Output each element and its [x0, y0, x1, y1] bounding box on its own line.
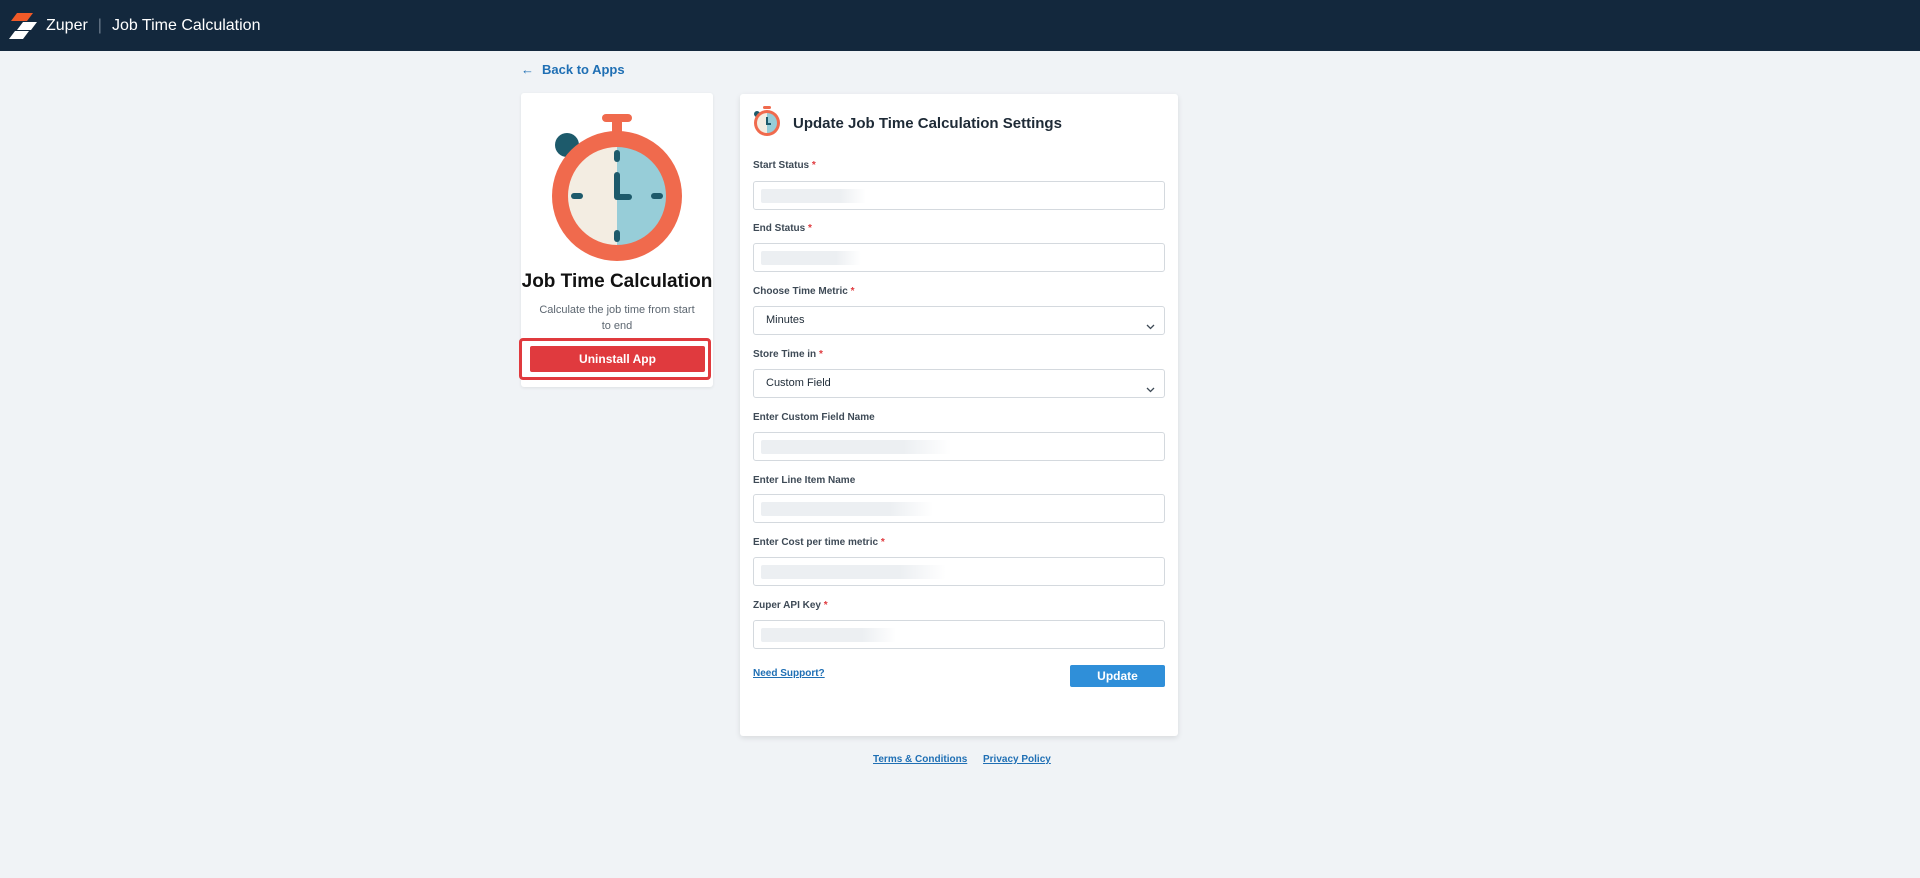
chevron-down-icon	[1146, 317, 1155, 335]
end-status-label: End Status *	[753, 223, 812, 234]
back-to-apps-link[interactable]: ← Back to Apps	[521, 62, 625, 77]
line-item-name-label: Enter Line Item Name	[753, 475, 856, 486]
cost-per-metric-input[interactable]	[753, 557, 1165, 586]
settings-title: Update Job Time Calculation Settings	[793, 115, 1062, 132]
brand-name: Zuper	[46, 16, 88, 34]
cost-per-metric-label: Enter Cost per time metric *	[753, 537, 885, 548]
start-status-label: Start Status *	[753, 160, 816, 171]
time-metric-value: Minutes	[766, 314, 805, 326]
start-status-input[interactable]	[753, 181, 1165, 210]
stopwatch-icon	[550, 112, 684, 269]
redacted-value	[761, 189, 866, 203]
app-name: Job Time Calculation	[521, 271, 713, 292]
update-button[interactable]: Update	[1070, 665, 1165, 687]
top-navigation-bar: Zuper | Job Time Calculation	[0, 0, 1920, 51]
privacy-policy-link[interactable]: Privacy Policy	[983, 754, 1051, 765]
custom-field-name-input[interactable]	[753, 432, 1165, 461]
redacted-value	[761, 440, 951, 454]
chevron-down-icon	[1146, 380, 1155, 398]
redacted-value	[761, 628, 896, 642]
api-key-input[interactable]	[753, 620, 1165, 649]
end-status-input[interactable]	[753, 243, 1165, 272]
terms-conditions-link[interactable]: Terms & Conditions	[873, 754, 967, 765]
need-support-link[interactable]: Need Support?	[753, 668, 825, 679]
custom-field-name-label: Enter Custom Field Name	[753, 412, 875, 423]
store-time-select[interactable]: Custom Field	[753, 369, 1165, 398]
back-arrow-icon: ←	[521, 62, 534, 77]
back-link-label: Back to Apps	[542, 62, 625, 77]
time-metric-label: Choose Time Metric *	[753, 286, 855, 297]
stopwatch-icon	[753, 106, 781, 141]
header-app-title: Job Time Calculation	[111, 16, 261, 34]
zuper-logo-icon[interactable]	[9, 11, 39, 41]
store-time-value: Custom Field	[766, 377, 831, 389]
redacted-value	[761, 565, 946, 579]
uninstall-app-button[interactable]: Uninstall App	[530, 346, 705, 372]
header-separator: |	[97, 16, 102, 34]
line-item-name-input[interactable]	[753, 494, 1165, 523]
settings-header: Update Job Time Calculation Settings	[753, 106, 1062, 141]
settings-card: Update Job Time Calculation Settings Sta…	[740, 94, 1178, 736]
redacted-value	[761, 251, 861, 265]
api-key-label: Zuper API Key *	[753, 600, 828, 611]
store-time-label: Store Time in *	[753, 349, 823, 360]
time-metric-select[interactable]: Minutes	[753, 306, 1165, 335]
redacted-value	[761, 502, 933, 516]
app-description: Calculate the job time from start to end	[539, 304, 695, 332]
